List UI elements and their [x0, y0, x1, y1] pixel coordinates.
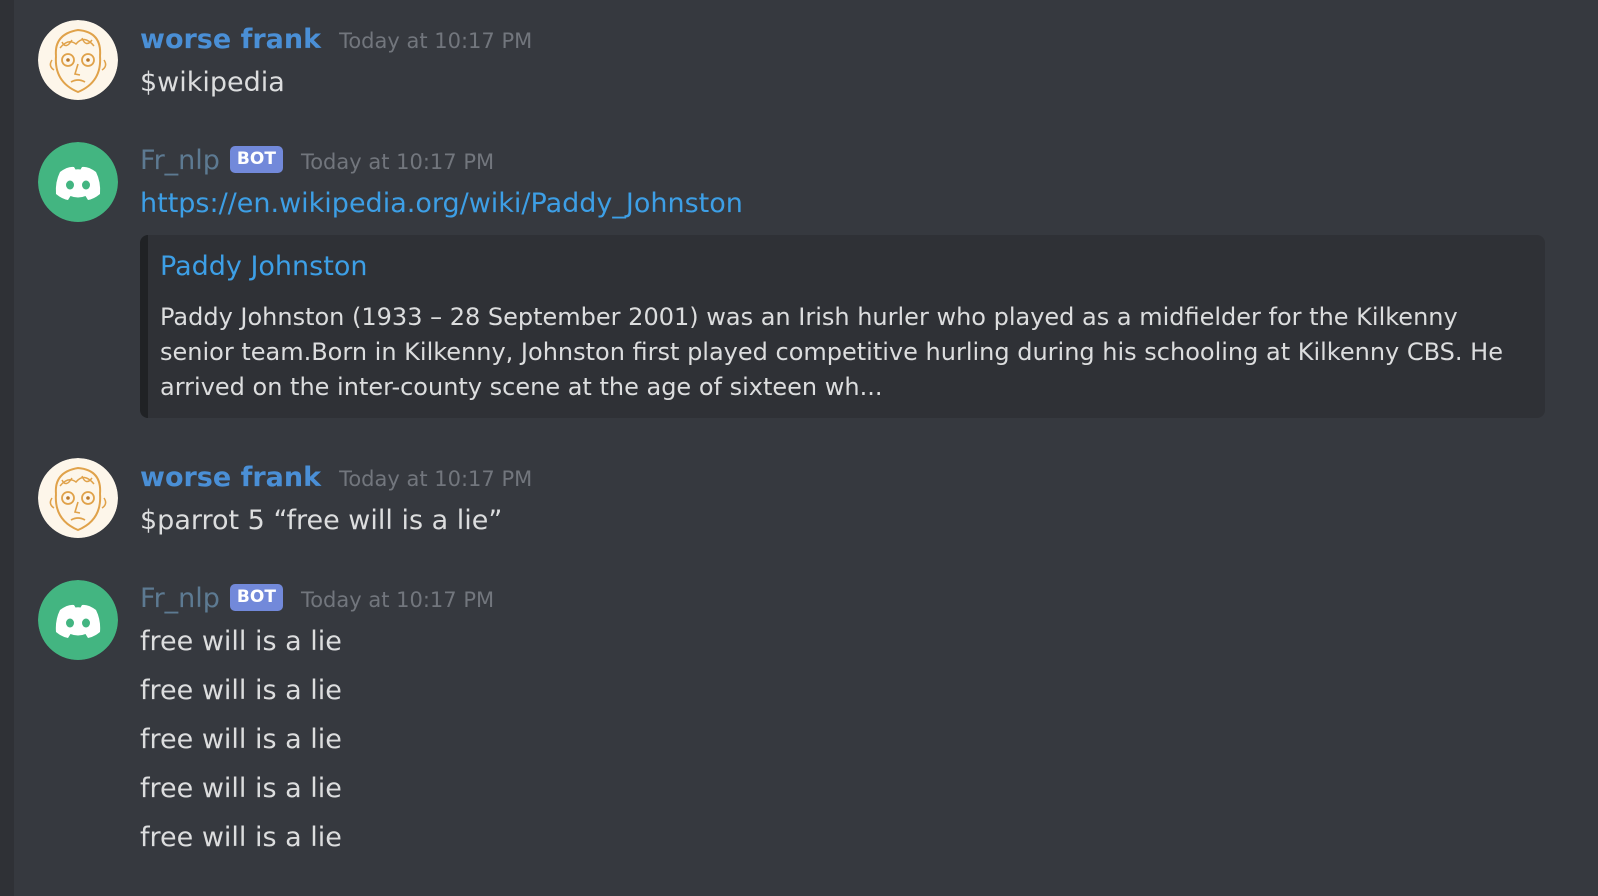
user-avatar[interactable]	[38, 20, 118, 100]
message-header: worse frank Today at 10:17 PM	[140, 462, 532, 496]
sketch-face-avatar-icon	[38, 20, 118, 100]
embed-title[interactable]: Paddy Johnston	[160, 251, 367, 282]
message-text: $wikipedia	[140, 67, 285, 98]
bot-avatar[interactable]	[38, 142, 118, 222]
message-line: free will is a lie	[140, 724, 342, 755]
link-embed: Paddy Johnston Paddy Johnston (1933 – 28…	[140, 235, 1545, 418]
bot-tag: BOT	[229, 146, 283, 173]
username[interactable]: worse frank	[140, 24, 321, 55]
message-link-row: https://en.wikipedia.org/wiki/Paddy_John…	[140, 187, 743, 221]
timestamp: Today at 10:17 PM	[300, 588, 495, 612]
message-line: free will is a lie	[140, 675, 342, 706]
discord-logo-avatar-icon	[38, 580, 118, 660]
bot-tag: BOT	[229, 584, 283, 611]
username[interactable]: worse frank	[140, 462, 321, 493]
timestamp: Today at 10:17 PM	[300, 150, 495, 174]
bot-avatar[interactable]	[38, 580, 118, 660]
message-header: Fr_nlp BOT Today at 10:17 PM	[140, 583, 494, 617]
message-line: free will is a lie	[140, 822, 342, 853]
message-header: Fr_nlp BOT Today at 10:17 PM	[140, 145, 494, 179]
message-text: $parrot 5 “free will is a lie”	[140, 505, 503, 536]
embed-description: Paddy Johnston (1933 – 28 September 2001…	[160, 303, 1503, 401]
left-rail	[0, 0, 14, 896]
message-header: worse frank Today at 10:17 PM	[140, 24, 532, 58]
user-avatar[interactable]	[38, 458, 118, 538]
timestamp: Today at 10:17 PM	[339, 29, 533, 53]
discord-logo-avatar-icon	[38, 142, 118, 222]
chat-messages: worse frank Today at 10:17 PM $wikipedia…	[14, 0, 1598, 896]
username[interactable]: Fr_nlp	[140, 583, 220, 614]
message-line: free will is a lie	[140, 773, 342, 804]
sketch-face-avatar-icon	[38, 458, 118, 538]
message-line: free will is a lie	[140, 626, 342, 657]
username[interactable]: Fr_nlp	[140, 145, 220, 176]
wikipedia-link[interactable]: https://en.wikipedia.org/wiki/Paddy_John…	[140, 188, 743, 219]
timestamp: Today at 10:17 PM	[339, 467, 533, 491]
